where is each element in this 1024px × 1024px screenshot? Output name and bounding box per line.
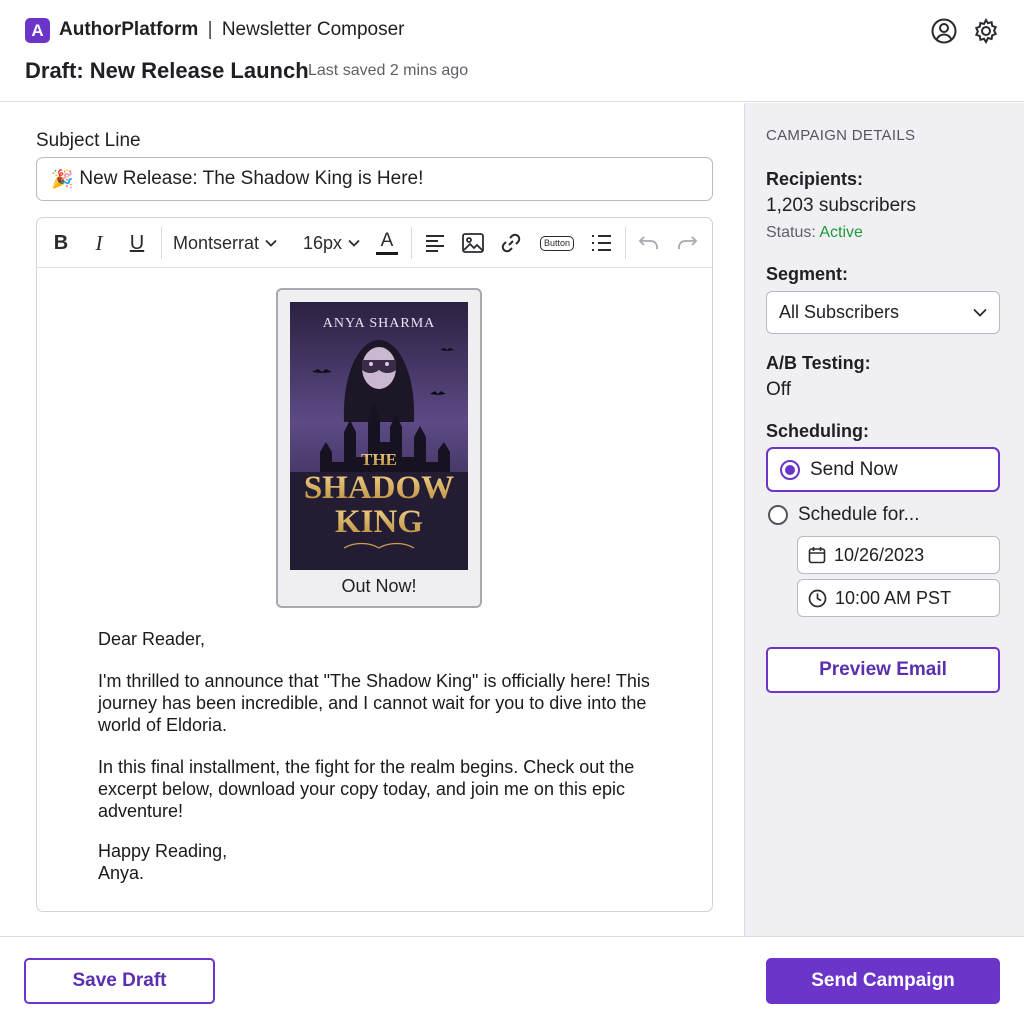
scheduling-label: Scheduling:	[766, 421, 869, 441]
letter-signoff-2: Anya.	[98, 863, 145, 883]
list-icon[interactable]	[589, 229, 613, 257]
letter-paragraph-1: I'm thrilled to announce that "The Shado…	[98, 671, 650, 735]
chevron-down-icon	[265, 239, 277, 247]
ab-testing-label: A/B Testing:	[766, 353, 871, 373]
status-prefix: Status:	[766, 224, 816, 241]
redo-icon[interactable]	[675, 229, 699, 257]
toolbar-divider	[161, 227, 162, 259]
party-emoji: 🎉	[51, 168, 74, 189]
schedule-time-value: 10:00 AM PST	[835, 587, 952, 608]
send-campaign-button[interactable]: Send Campaign	[766, 958, 1000, 1004]
chevron-down-icon	[973, 308, 987, 317]
text-color-button[interactable]: A	[373, 229, 401, 257]
user-circle-icon[interactable]	[930, 17, 958, 45]
radio-selected-icon	[780, 459, 800, 480]
brand-name: AuthorPlatform	[59, 19, 199, 40]
radio-unselected-icon	[768, 505, 788, 525]
recipients-value: 1,203 subscribers	[766, 195, 916, 216]
letter-greeting: Dear Reader,	[98, 629, 206, 649]
link-icon[interactable]	[499, 229, 523, 257]
image-icon[interactable]	[461, 229, 485, 257]
send-now-option[interactable]: Send Now	[766, 447, 1000, 492]
letter-paragraph-2: In this final installment, the fight for…	[98, 757, 635, 821]
letter-text: Dear Reader, I'm thrilled to announce th…	[98, 628, 688, 884]
schedule-time-field[interactable]: 10:00 AM PST	[797, 579, 1000, 617]
schedule-date-field[interactable]: 10/26/2023	[797, 536, 1000, 574]
title-separator: |	[207, 19, 213, 40]
segment-select[interactable]: All Subscribers	[766, 291, 1000, 334]
save-draft-button[interactable]: Save Draft	[24, 958, 215, 1004]
status-text: Status: Active	[766, 224, 863, 242]
editor-column: Subject Line 🎉 New Release: The Shadow K…	[0, 103, 744, 936]
bold-button[interactable]: B	[49, 229, 73, 257]
subject-label: Subject Line	[36, 130, 141, 151]
calendar-icon	[808, 547, 826, 564]
preview-email-button[interactable]: Preview Email	[766, 647, 1000, 693]
font-size-select[interactable]: 16px	[303, 229, 365, 257]
status-badge: Active	[819, 224, 863, 241]
font-family-select[interactable]: Montserrat	[173, 229, 289, 257]
segment-value: All Subscribers	[779, 302, 900, 322]
segment-label: Segment:	[766, 264, 849, 284]
gear-icon[interactable]	[972, 17, 1000, 45]
app-logo: A	[25, 18, 50, 43]
cover-title-line3: KING	[335, 504, 423, 540]
book-cover-block[interactable]: ANYA SHARMA THE SHADOW KING Out Now!	[276, 288, 482, 608]
panel-heading: CAMPAIGN DETAILS	[766, 127, 916, 144]
toolbar-divider	[411, 227, 412, 259]
subject-value: New Release: The Shadow King is Here!	[79, 168, 424, 189]
email-editor: B I U Montserrat 16px A Button ANYA SHAR…	[36, 217, 713, 912]
cover-author: ANYA SHARMA	[323, 316, 436, 331]
schedule-for-option[interactable]: Schedule for...	[768, 504, 919, 526]
email-body[interactable]: ANYA SHARMA THE SHADOW KING Out Now! Dea…	[37, 268, 712, 911]
send-now-label: Send Now	[810, 458, 898, 480]
subject-input[interactable]: 🎉 New Release: The Shadow King is Here!	[36, 157, 713, 201]
draft-title: Draft: New Release Launch	[25, 58, 309, 83]
align-left-icon[interactable]	[423, 229, 447, 257]
action-footer: Save Draft Send Campaign	[0, 936, 1024, 1024]
toolbar-divider	[625, 227, 626, 259]
button-block-icon[interactable]: Button	[537, 229, 577, 257]
chevron-down-icon	[348, 239, 360, 247]
letter-signoff-1: Happy Reading,	[98, 841, 228, 861]
section-name: Newsletter Composer	[221, 19, 405, 40]
last-saved-text: Last saved 2 mins ago	[308, 62, 469, 79]
app-title: AuthorPlatform | Newsletter Composer	[59, 19, 405, 41]
undo-icon[interactable]	[637, 229, 661, 257]
text-color-swatch	[376, 252, 398, 255]
formatting-toolbar: B I U Montserrat 16px A Button	[37, 218, 712, 268]
clock-icon	[808, 589, 827, 607]
ab-testing-value: Off	[766, 379, 791, 400]
cover-caption: Out Now!	[341, 576, 417, 596]
italic-button[interactable]: I	[87, 229, 111, 257]
campaign-details-panel: CAMPAIGN DETAILS Recipients: 1,203 subsc…	[744, 103, 1024, 936]
app-header: A AuthorPlatform | Newsletter Composer D…	[0, 0, 1024, 102]
cover-title-line2: SHADOW	[304, 470, 454, 506]
underline-button[interactable]: U	[125, 229, 149, 257]
schedule-date-value: 10/26/2023	[834, 544, 925, 565]
book-cover-image: ANYA SHARMA THE SHADOW KING	[290, 302, 468, 570]
schedule-for-label: Schedule for...	[798, 504, 920, 525]
recipients-label: Recipients:	[766, 169, 864, 189]
cover-title-line1: THE	[361, 450, 397, 469]
